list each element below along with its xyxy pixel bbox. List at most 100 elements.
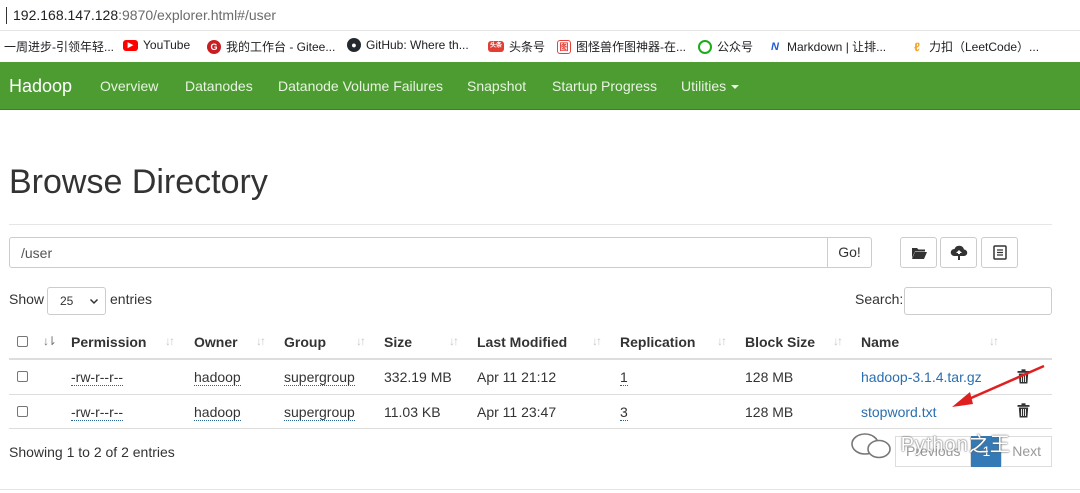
sort-icon[interactable]: ↓↑ [165, 334, 175, 348]
toutiao-icon: 头条 [488, 41, 504, 52]
sort-icon[interactable]: ↓↑ [989, 334, 999, 348]
text-cursor [6, 7, 7, 24]
bookmark-label: YouTube [143, 38, 191, 52]
leetcode-icon: ℓ [910, 39, 924, 54]
wechat-icon [698, 39, 712, 54]
cell-owner[interactable]: hadoop [194, 404, 241, 421]
col-block-size[interactable]: Block Size [745, 334, 815, 350]
group-link[interactable]: supergroup [284, 369, 355, 386]
file-name-link[interactable]: stopword.txt [861, 404, 936, 420]
watermark-text: Python之王 [900, 434, 1011, 456]
bookmark-label: 我的工作台 - Gitee... [226, 40, 336, 54]
cell-replication[interactable]: 1 [620, 369, 628, 386]
markdown-icon: N [768, 39, 782, 54]
bookmark-label: 图怪兽作图神器-在... [576, 40, 686, 54]
cell-replication[interactable]: 3 [620, 404, 628, 421]
permission-link[interactable]: -rw-r--r-- [71, 369, 124, 386]
sort-icon[interactable]: ↓↑ [717, 334, 727, 348]
sort-icon[interactable]: ↓↑ [356, 334, 366, 348]
bookmark-label: 一周进步-引领年轻... [4, 40, 114, 54]
bookmark-item-wechat[interactable]: 公众号 [698, 38, 753, 55]
select-all-checkbox[interactable] [17, 336, 28, 347]
row-checkbox[interactable] [17, 371, 28, 382]
group-link[interactable]: supergroup [284, 404, 355, 421]
owner-link[interactable]: hadoop [194, 369, 241, 386]
sort-icon[interactable]: ↓↑ [256, 334, 266, 348]
path-input[interactable]: /user [9, 237, 828, 268]
cell-size: 11.03 KB [384, 404, 441, 420]
bookmark-item-toutiao[interactable]: 头条 头条号 [488, 38, 545, 55]
list-icon [992, 245, 1007, 260]
bookmark-item-github[interactable]: ● GitHub: Where th... [347, 38, 469, 52]
cell-group[interactable]: supergroup [284, 369, 355, 386]
permission-link[interactable]: -rw-r--r-- [71, 404, 124, 421]
nav-startup-progress[interactable]: Startup Progress [552, 78, 657, 94]
page-title: Browse Directory [9, 163, 268, 201]
go-button[interactable]: Go! [827, 237, 872, 268]
nav-utilities[interactable]: Utilities [681, 78, 740, 94]
cell-owner[interactable]: hadoop [194, 369, 241, 386]
row-divider [9, 394, 1052, 395]
youtube-icon: ▶ [123, 39, 138, 51]
entries-label: entries [110, 291, 153, 307]
sort-asc-icon[interactable]: ↓⇂ [43, 334, 57, 348]
cloud-upload-icon [950, 245, 967, 260]
sort-icon[interactable]: ↓↑ [833, 334, 843, 348]
col-size[interactable]: Size [384, 334, 412, 350]
annotation-arrow [952, 364, 1045, 407]
search-input[interactable] [904, 287, 1052, 315]
upload-button[interactable] [940, 237, 977, 268]
bookmarks-bar: 一周进步-引领年轻... ▶ YouTube G 我的工作台 - Gitee..… [0, 31, 1080, 59]
divider [9, 224, 1052, 225]
bookmark-item-tuguaishou[interactable]: 图 图怪兽作图神器-在... [557, 38, 686, 55]
cell-permission[interactable]: -rw-r--r-- [71, 369, 124, 386]
row-checkbox[interactable] [17, 406, 28, 417]
create-directory-button[interactable] [900, 237, 937, 268]
col-permission[interactable]: Permission [71, 334, 146, 350]
show-label: Show [9, 291, 45, 307]
bookmark-item-gitee[interactable]: G 我的工作台 - Gitee... [207, 38, 335, 55]
chevron-down-icon [731, 85, 740, 90]
address-bar[interactable]: 192.168.147.128:9870/explorer.html#/user [0, 0, 1080, 31]
bottom-divider [0, 489, 1080, 490]
replication-link[interactable]: 1 [620, 369, 628, 386]
url-text[interactable]: 192.168.147.128:9870/explorer.html#/user [13, 7, 276, 23]
cell-group[interactable]: supergroup [284, 404, 355, 421]
cell-size: 332.19 MB [384, 369, 452, 385]
page-size-select[interactable]: 25 [47, 287, 106, 315]
cell-block-size: 128 MB [745, 369, 794, 385]
nav-datanodes[interactable]: Datanodes [185, 78, 253, 94]
nav-utilities-label: Utilities [681, 78, 727, 94]
bookmark-item-youtube[interactable]: ▶ YouTube [123, 38, 190, 52]
col-owner[interactable]: Owner [194, 334, 238, 350]
top-navbar: Hadoop Overview Datanodes Datanode Volum… [0, 62, 1080, 110]
nav-snapshot[interactable]: Snapshot [467, 78, 526, 94]
brand-logo[interactable]: Hadoop [9, 76, 72, 97]
owner-link[interactable]: hadoop [194, 404, 241, 421]
cell-modified: Apr 11 21:12 [477, 369, 557, 385]
table-header-rule [9, 358, 1052, 360]
cell-modified: Apr 11 23:47 [477, 404, 557, 420]
sort-icon[interactable]: ↓↑ [592, 334, 602, 348]
url-host: 192.168.147.128 [13, 7, 119, 23]
col-name[interactable]: Name [861, 334, 899, 350]
nav-volume-failures[interactable]: Datanode Volume Failures [278, 78, 443, 94]
watermark: Python之王 [850, 428, 1011, 459]
cell-permission[interactable]: -rw-r--r-- [71, 404, 124, 421]
search-label: Search: [855, 291, 904, 307]
folder-open-icon [911, 247, 927, 259]
sort-icon[interactable]: ↓↑ [449, 334, 459, 348]
cell-block-size: 128 MB [745, 404, 794, 420]
bookmark-item-markdown[interactable]: N Markdown | 让排... [768, 38, 886, 55]
replication-link[interactable]: 3 [620, 404, 628, 421]
col-group[interactable]: Group [284, 334, 326, 350]
chevron-down-icon [89, 298, 99, 305]
col-last-modified[interactable]: Last Modified [477, 334, 567, 350]
bookmark-item[interactable]: 一周进步-引领年轻... [4, 38, 114, 55]
nav-overview[interactable]: Overview [100, 78, 158, 94]
cut-paste-button[interactable] [981, 237, 1018, 268]
col-replication[interactable]: Replication [620, 334, 695, 350]
bookmark-label: 公众号 [717, 40, 754, 54]
bookmark-label: 力扣（LeetCode）... [929, 40, 1040, 54]
bookmark-item-leetcode[interactable]: ℓ 力扣（LeetCode）... [910, 38, 1039, 55]
